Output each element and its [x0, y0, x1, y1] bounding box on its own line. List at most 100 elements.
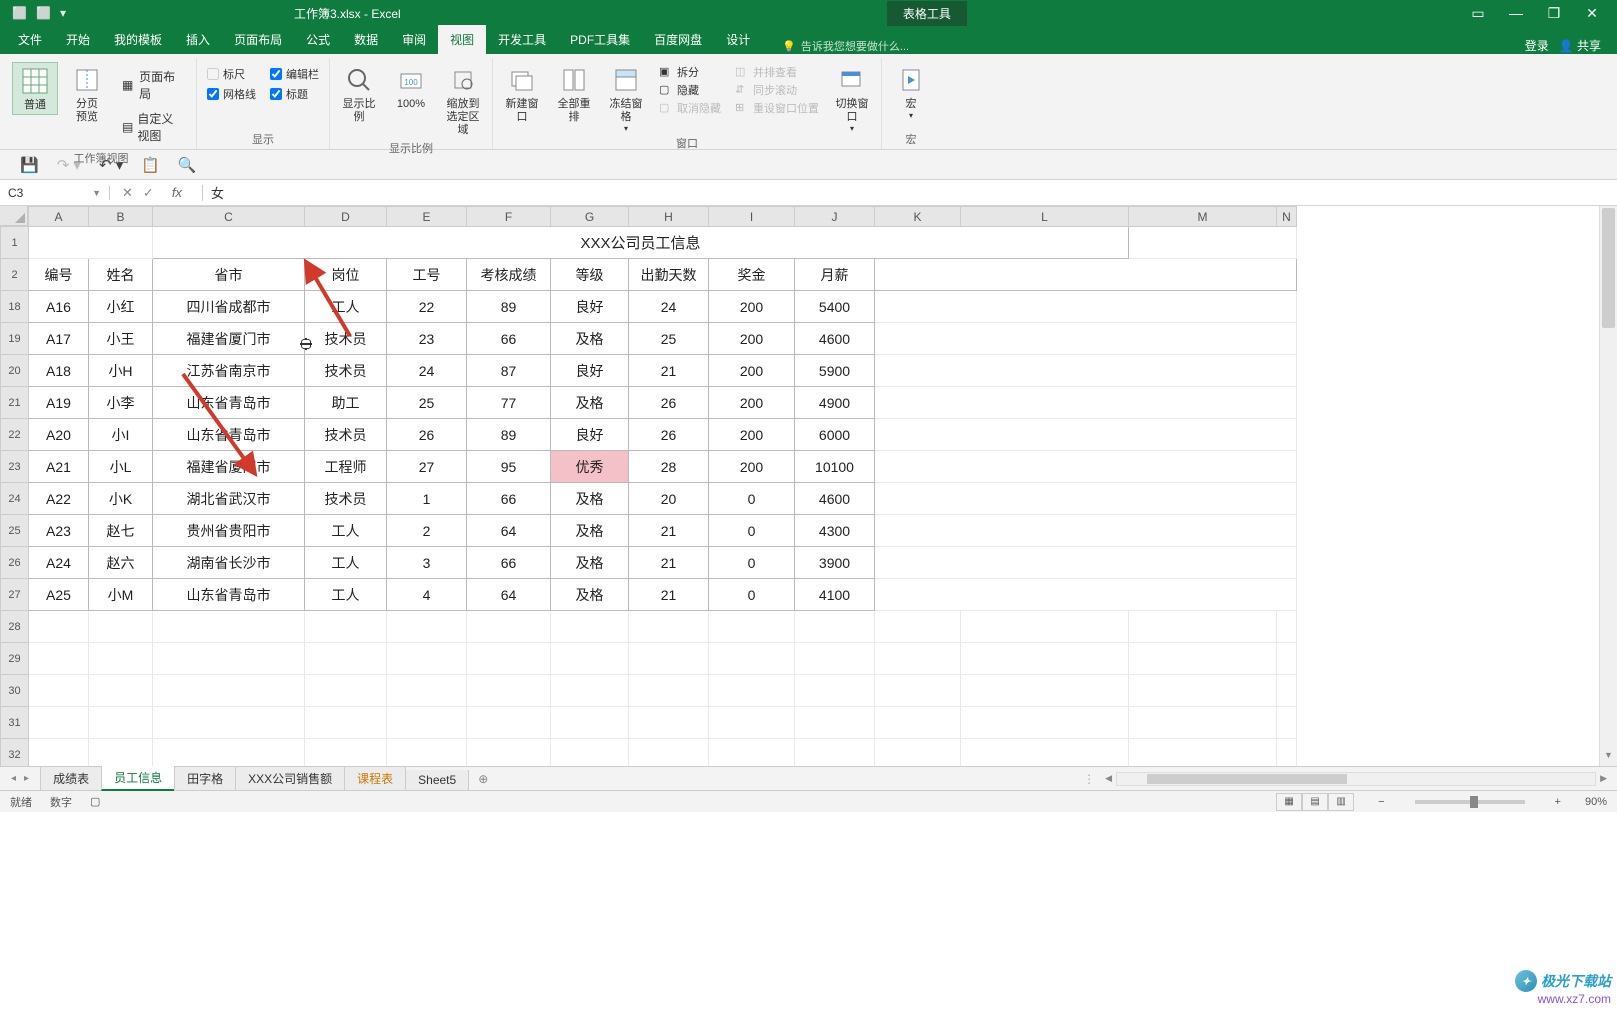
table-cell[interactable]: 工人	[305, 579, 387, 611]
zoom-level[interactable]: 90%	[1585, 796, 1607, 808]
table-cell[interactable]: 技术员	[305, 355, 387, 387]
table-cell[interactable]: 小红	[89, 291, 153, 323]
table-cell[interactable]: 贵州省贵阳市	[153, 515, 305, 547]
zoom-in-button[interactable]: +	[1549, 796, 1567, 808]
record-macro-icon[interactable]: ▢	[90, 795, 100, 808]
empty-cell[interactable]	[961, 611, 1129, 643]
row-header[interactable]: 20	[1, 355, 29, 387]
tab-view[interactable]: 视图	[438, 25, 486, 54]
split-button[interactable]: ▣拆分	[659, 64, 721, 80]
table-cell[interactable]: 0	[709, 547, 795, 579]
redo-icon[interactable]: ↷ ▾	[57, 156, 81, 174]
vertical-scrollbar[interactable]: ▲ ▼	[1599, 206, 1617, 766]
empty-cell[interactable]	[305, 707, 387, 739]
page-break-button[interactable]: 分页 预览	[64, 62, 110, 126]
table-cell[interactable]: 及格	[551, 547, 629, 579]
table-header-cell[interactable]: 等级	[551, 259, 629, 291]
table-cell[interactable]: 0	[709, 579, 795, 611]
table-cell[interactable]: 四川省成都市	[153, 291, 305, 323]
spreadsheet-grid[interactable]: ABCDEFGHIJKLMN 1XXX公司员工信息2编号姓名省市岗位工号考核成绩…	[0, 206, 1617, 766]
table-cell[interactable]: 66	[467, 547, 551, 579]
row-header[interactable]: 1	[1, 227, 29, 259]
table-cell[interactable]: 23	[387, 323, 467, 355]
empty-cell[interactable]	[153, 611, 305, 643]
table-cell[interactable]: 200	[709, 323, 795, 355]
table-header-cell[interactable]: 姓名	[89, 259, 153, 291]
table-cell[interactable]: A17	[29, 323, 89, 355]
custom-view-button[interactable]: ▤自定义视图	[120, 108, 186, 146]
table-cell[interactable]: 22	[387, 291, 467, 323]
sheet-tab[interactable]: 成绩表	[40, 767, 102, 791]
empty-cell[interactable]	[467, 707, 551, 739]
column-header[interactable]: J	[795, 207, 875, 227]
empty-cell[interactable]	[629, 707, 709, 739]
table-cell[interactable]: 江苏省南京市	[153, 355, 305, 387]
ribbon-display-icon[interactable]: ▭	[1463, 5, 1493, 22]
empty-cell[interactable]	[1277, 707, 1297, 739]
table-cell[interactable]: 200	[709, 419, 795, 451]
table-cell[interactable]: 27	[387, 451, 467, 483]
table-cell[interactable]: A25	[29, 579, 89, 611]
empty-cell[interactable]	[467, 611, 551, 643]
table-cell[interactable]: 5900	[795, 355, 875, 387]
table-cell[interactable]: 山东省青岛市	[153, 419, 305, 451]
table-cell[interactable]: 28	[629, 451, 709, 483]
table-cell[interactable]: 26	[629, 387, 709, 419]
column-header[interactable]: M	[1129, 207, 1277, 227]
row-header[interactable]: 21	[1, 387, 29, 419]
table-cell[interactable]: 200	[709, 355, 795, 387]
empty-cell[interactable]	[795, 707, 875, 739]
select-all-corner[interactable]	[0, 206, 28, 226]
empty-cell[interactable]	[1129, 643, 1277, 675]
empty-cell[interactable]	[89, 675, 153, 707]
table-cell[interactable]: 小M	[89, 579, 153, 611]
empty-cell[interactable]	[795, 611, 875, 643]
table-cell[interactable]: 89	[467, 419, 551, 451]
empty-cell[interactable]	[387, 643, 467, 675]
name-box[interactable]: C3▼	[0, 186, 110, 200]
normal-view-button[interactable]: 普通	[12, 62, 58, 115]
empty-cell[interactable]	[795, 675, 875, 707]
empty-cell[interactable]	[387, 707, 467, 739]
table-cell[interactable]: 24	[387, 355, 467, 387]
maximize-icon[interactable]: ❐	[1539, 5, 1569, 22]
empty-cell[interactable]	[1129, 611, 1277, 643]
empty-cell[interactable]	[551, 643, 629, 675]
empty-cell[interactable]	[153, 675, 305, 707]
empty-cell[interactable]	[1277, 739, 1297, 767]
table-cell[interactable]: 0	[709, 483, 795, 515]
table-cell[interactable]: 及格	[551, 483, 629, 515]
row-header[interactable]: 27	[1, 579, 29, 611]
empty-cell[interactable]	[709, 707, 795, 739]
check-formula-bar[interactable]: 编辑栏	[270, 66, 319, 82]
page-layout-button[interactable]: ▦页面布局	[120, 66, 186, 104]
minimize-icon[interactable]: —	[1501, 5, 1531, 22]
tab-design[interactable]: 设计	[714, 25, 762, 54]
table-cell[interactable]: 4	[387, 579, 467, 611]
table-cell[interactable]: 及格	[551, 323, 629, 355]
table-cell[interactable]: 95	[467, 451, 551, 483]
table-cell[interactable]: 及格	[551, 579, 629, 611]
table-cell[interactable]: 山东省青岛市	[153, 387, 305, 419]
table-cell[interactable]: 技术员	[305, 419, 387, 451]
column-header[interactable]: C	[153, 207, 305, 227]
table-cell[interactable]: 4100	[795, 579, 875, 611]
empty-cell[interactable]	[551, 675, 629, 707]
arrange-button[interactable]: 全部重排	[551, 62, 597, 126]
table-cell[interactable]: 小王	[89, 323, 153, 355]
column-header[interactable]: B	[89, 207, 153, 227]
empty-cell[interactable]	[961, 643, 1129, 675]
row-header[interactable]: 2	[1, 259, 29, 291]
table-cell[interactable]: 64	[467, 579, 551, 611]
qat-icon[interactable]: ⬜	[12, 6, 26, 20]
row-header[interactable]: 28	[1, 611, 29, 643]
table-cell[interactable]: 21	[629, 547, 709, 579]
table-cell[interactable]: 4600	[795, 323, 875, 355]
tab-layout[interactable]: 页面布局	[222, 25, 294, 54]
empty-cell[interactable]	[795, 643, 875, 675]
page-layout-view-icon[interactable]: ▤	[1302, 793, 1328, 811]
empty-cell[interactable]	[153, 739, 305, 767]
empty-cell[interactable]	[305, 739, 387, 767]
tab-data[interactable]: 数据	[342, 25, 390, 54]
table-cell[interactable]: 4300	[795, 515, 875, 547]
